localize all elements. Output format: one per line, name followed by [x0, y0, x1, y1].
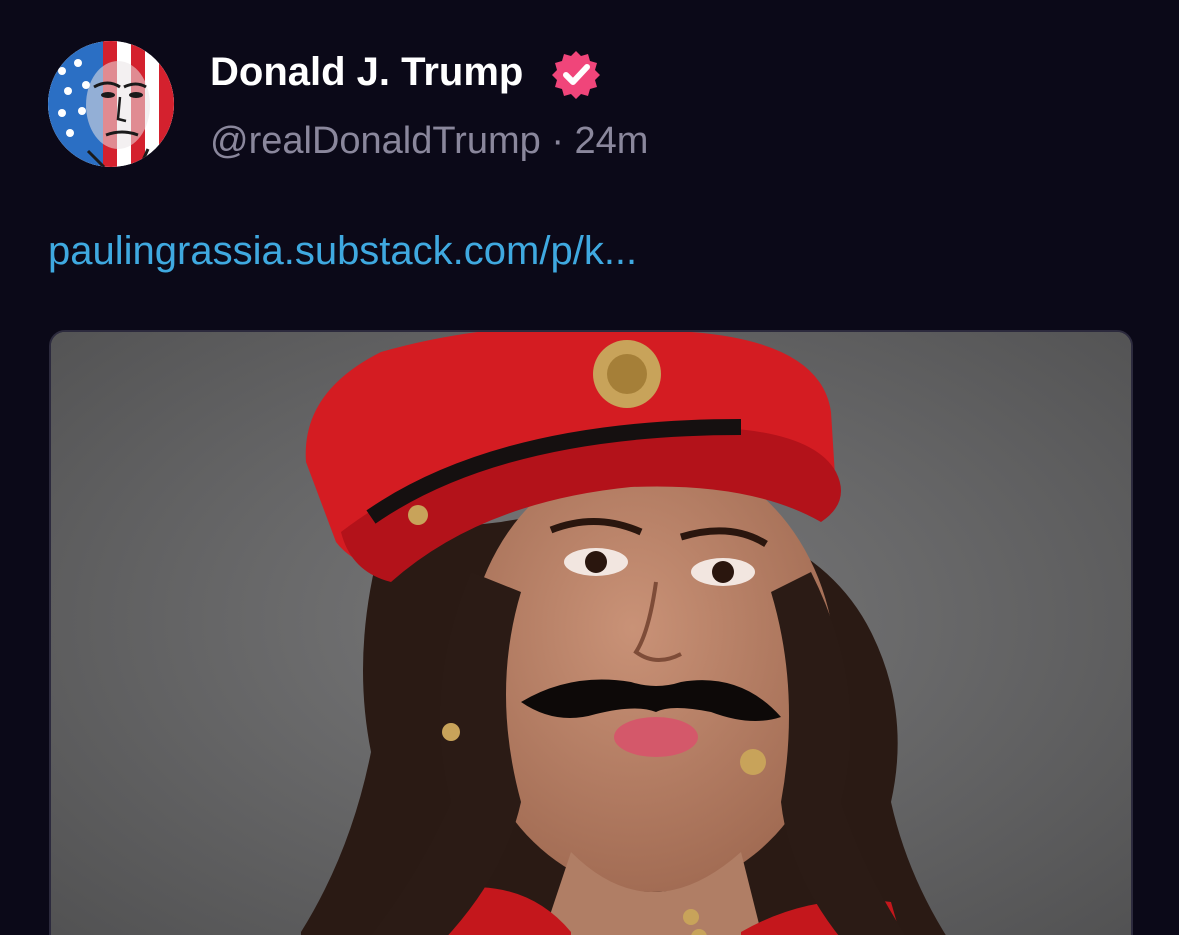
post-timestamp[interactable]: 24m [575, 120, 649, 162]
avatar-flag-portrait-image [48, 41, 174, 167]
meta-separator: · [551, 120, 564, 162]
post: Donald J. Trump @realDonaldTrump · 24m p… [0, 0, 1179, 935]
media-photo-graphic [51, 332, 1131, 935]
post-link[interactable]: paulingrassia.substack.com/p/k... [48, 226, 637, 276]
author-display-name[interactable]: Donald J. Trump [210, 48, 523, 96]
author-meta: @realDonaldTrump · 24m [210, 118, 648, 164]
post-media-image[interactable] [49, 330, 1133, 935]
author-handle[interactable]: @realDonaldTrump [210, 120, 541, 162]
author-avatar[interactable] [48, 41, 174, 167]
verified-check-badge-icon [552, 51, 600, 99]
